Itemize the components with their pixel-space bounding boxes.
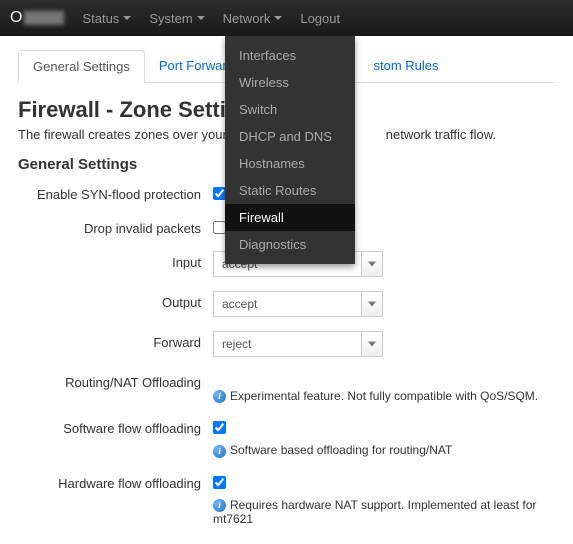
brand-letter: O	[10, 9, 22, 27]
hardware-hint-text: Requires hardware NAT support. Implement…	[213, 498, 536, 526]
syn-flood-label: Enable SYN-flood protection	[18, 183, 213, 202]
menu-wireless[interactable]: Wireless	[225, 69, 355, 96]
nav-network[interactable]: Network	[223, 0, 283, 36]
hardware-offloading-checkbox[interactable]	[213, 476, 226, 489]
menu-interfaces[interactable]: Interfaces	[225, 42, 355, 69]
top-navbar: O Status System Network Logout	[0, 0, 573, 36]
chevron-down-icon	[197, 16, 205, 20]
info-icon: i	[213, 390, 226, 403]
nav-logout-label: Logout	[300, 11, 340, 26]
tab-general-settings[interactable]: General Settings	[18, 50, 145, 83]
field-software-offloading: Software flow offloading i Software based…	[18, 417, 555, 457]
drop-invalid-label: Drop invalid packets	[18, 217, 213, 236]
brand[interactable]: O	[10, 9, 64, 27]
menu-static-routes[interactable]: Static Routes	[225, 177, 355, 204]
field-output: Output accept	[18, 291, 555, 317]
chevron-down-icon	[123, 16, 131, 20]
info-icon: i	[213, 445, 226, 458]
forward-select-value: reject	[222, 337, 251, 351]
info-icon: i	[213, 499, 226, 512]
chevron-down-icon	[274, 16, 282, 20]
nav-system[interactable]: System	[149, 0, 204, 36]
routing-offloading-hint: i Experimental feature. Not fully compati…	[213, 389, 555, 403]
nav-system-label: System	[149, 11, 192, 26]
hardware-offloading-hint: iRequires hardware NAT support. Implemen…	[213, 498, 555, 526]
field-forward: Forward reject	[18, 331, 555, 357]
menu-firewall[interactable]: Firewall	[225, 204, 355, 231]
routing-offloading-label: Routing/NAT Offloading	[18, 371, 213, 390]
input-label: Input	[18, 251, 213, 270]
software-offloading-label: Software flow offloading	[18, 417, 213, 436]
routing-hint-text: Experimental feature. Not fully compatib…	[230, 389, 538, 403]
nav-status[interactable]: Status	[82, 0, 131, 36]
tab-custom-rules[interactable]: stom Rules	[359, 50, 452, 83]
nav-logout[interactable]: Logout	[300, 0, 340, 36]
page-desc-a: The firewall creates zones over your net	[18, 127, 249, 142]
chevron-down-icon	[368, 302, 376, 307]
forward-label: Forward	[18, 331, 213, 350]
software-offloading-checkbox[interactable]	[213, 421, 226, 434]
output-select[interactable]: accept	[213, 291, 383, 317]
forward-select[interactable]: reject	[213, 331, 383, 357]
output-label: Output	[18, 291, 213, 310]
software-offloading-hint: i Software based offloading for routing/N…	[213, 443, 555, 457]
field-hardware-offloading: Hardware flow offloading iRequires hardw…	[18, 472, 555, 526]
page-desc-b: network traffic flow.	[386, 127, 496, 142]
nav-network-label: Network	[223, 11, 271, 26]
menu-diagnostics[interactable]: Diagnostics	[225, 231, 355, 258]
menu-switch[interactable]: Switch	[225, 96, 355, 123]
output-select-value: accept	[222, 297, 257, 311]
brand-blur	[24, 11, 64, 25]
chevron-down-icon	[368, 342, 376, 347]
menu-dhcp-dns[interactable]: DHCP and DNS	[225, 123, 355, 150]
field-routing-offloading: Routing/NAT Offloading i Experimental fea…	[18, 371, 555, 403]
chevron-down-icon	[368, 262, 376, 267]
network-dropdown: Interfaces Wireless Switch DHCP and DNS …	[225, 36, 355, 264]
hardware-offloading-label: Hardware flow offloading	[18, 472, 213, 491]
nav-status-label: Status	[82, 11, 119, 26]
menu-hostnames[interactable]: Hostnames	[225, 150, 355, 177]
software-hint-text: Software based offloading for routing/NA…	[230, 443, 452, 457]
